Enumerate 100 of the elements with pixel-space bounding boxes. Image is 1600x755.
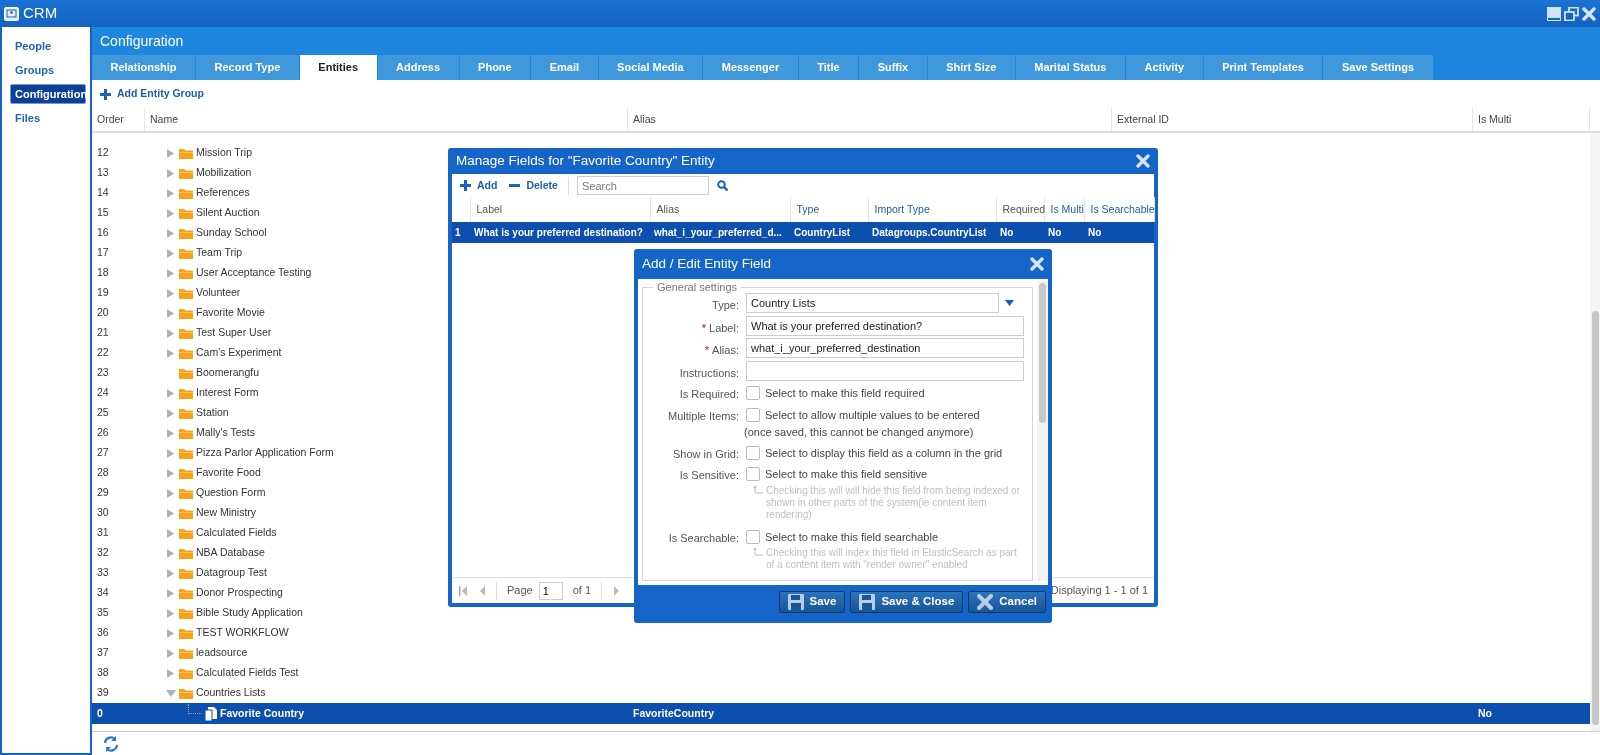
column-header[interactable]: Name [150, 111, 178, 128]
column-header[interactable]: Is Searchable [1090, 202, 1155, 215]
save-button[interactable]: Save [778, 591, 846, 613]
column-header[interactable]: Alias [633, 111, 656, 128]
entity-name[interactable]: Datagroup Test [196, 565, 268, 581]
checkbox[interactable] [746, 386, 760, 401]
sidebar-item[interactable]: Files [10, 108, 86, 128]
expand-triangle-icon[interactable] [166, 527, 176, 539]
checkbox[interactable] [746, 445, 760, 460]
entity-name[interactable]: Test Super User [196, 325, 272, 341]
text-field[interactable]: What is your preferred destination? [746, 315, 1024, 336]
expand-triangle-icon[interactable] [166, 227, 176, 239]
entity-name[interactable]: leadsource [196, 645, 248, 661]
entity-name[interactable]: Sunday School [196, 225, 267, 241]
entity-name[interactable]: References [196, 185, 250, 201]
expand-triangle-icon[interactable] [166, 307, 176, 319]
add-button[interactable]: Add [458, 177, 500, 194]
entity-name[interactable]: Question Form [196, 485, 266, 501]
scrollbar[interactable] [1037, 281, 1048, 581]
save-button[interactable]: Save & Close [850, 591, 964, 613]
sidebar-item[interactable]: Configuration [10, 84, 86, 104]
expand-triangle-icon[interactable] [166, 447, 176, 459]
expand-triangle-icon[interactable] [166, 627, 176, 639]
entity-name[interactable]: Favorite Country [220, 705, 304, 722]
text-field[interactable] [746, 360, 1024, 381]
field-row[interactable]: 1 What is your preferred destination? what_i_your_preferred_d... CountryList Datagroups.CountryList No No No [452, 222, 1154, 243]
entity-name[interactable]: Team Trip [196, 245, 243, 261]
entity-name[interactable]: Silent Auction [196, 205, 260, 221]
scrollbar-thumb[interactable] [1592, 311, 1599, 725]
expand-triangle-icon[interactable] [166, 647, 176, 659]
text-field[interactable]: what_i_your_preferred_destination [746, 338, 1024, 358]
checkbox[interactable] [746, 467, 760, 482]
column-header[interactable]: External ID [1117, 111, 1169, 128]
column-header[interactable]: Label [476, 202, 503, 215]
expand-triangle-icon[interactable] [166, 267, 176, 279]
entity-name[interactable]: Donor Prospecting [196, 585, 283, 601]
entity-name[interactable]: Calculated Fields [196, 525, 277, 541]
scrollbar[interactable] [1590, 133, 1600, 731]
cancel-button[interactable]: Cancel [968, 591, 1046, 613]
search-field[interactable]: Search [576, 176, 709, 195]
column-header[interactable]: Is Multi [1050, 202, 1084, 215]
column-header[interactable]: Type [796, 202, 820, 215]
expand-triangle-icon[interactable] [166, 607, 176, 619]
entity-name[interactable]: User Acceptance Testing [196, 265, 312, 281]
entity-name[interactable]: Boomerangfu [196, 365, 260, 381]
close-icon[interactable] [1582, 6, 1596, 21]
expand-triangle-icon[interactable] [166, 347, 176, 359]
entity-name[interactable]: Interest Form [196, 385, 259, 401]
close-icon[interactable] [1136, 154, 1150, 168]
entity-name[interactable]: Pizza Parlor Application Form [196, 445, 334, 461]
expand-triangle-icon[interactable] [166, 667, 176, 679]
sidebar-item[interactable]: Groups [10, 60, 86, 80]
sidebar-item[interactable]: People [10, 36, 86, 56]
entity-name[interactable]: Mally's Tests [196, 425, 255, 441]
column-header[interactable]: Required [1002, 202, 1046, 215]
expand-triangle-icon[interactable] [166, 487, 176, 499]
expand-triangle-icon[interactable] [166, 327, 176, 339]
expand-triangle-icon[interactable] [166, 387, 176, 399]
entity-name[interactable]: Favorite Food [196, 465, 261, 481]
checkbox[interactable] [746, 407, 760, 422]
first-page-icon[interactable] [458, 584, 468, 597]
column-header[interactable]: Import Type [874, 202, 930, 215]
previous-page-icon[interactable] [478, 584, 486, 597]
expand-triangle-icon[interactable] [166, 587, 176, 599]
expand-triangle-icon[interactable] [166, 567, 176, 579]
entity-name[interactable]: TEST WORKFLOW [196, 625, 289, 641]
search-icon[interactable] [716, 180, 728, 191]
column-header[interactable]: Alias [656, 202, 680, 215]
expand-triangle-icon[interactable] [166, 547, 176, 559]
expand-triangle-icon[interactable] [166, 287, 176, 299]
add-entity-group-button[interactable]: Add Entity Group [98, 86, 206, 102]
entity-name[interactable]: Calculated Fields Test [196, 665, 299, 681]
delete-button[interactable]: Delete [507, 177, 560, 194]
refresh-icon[interactable] [102, 734, 120, 753]
entity-name[interactable]: Mission Trip [196, 145, 252, 161]
column-header[interactable]: Is Multi [1478, 111, 1512, 128]
expand-triangle-icon[interactable] [166, 207, 176, 219]
entity-name[interactable]: Cam's Experiment [196, 345, 282, 361]
page-field[interactable]: 1 [538, 581, 563, 600]
entity-name[interactable]: NBA Database [196, 545, 265, 561]
tab[interactable]: Entities [299, 55, 377, 80]
minimize-icon[interactable] [1547, 6, 1561, 21]
close-icon[interactable] [1030, 257, 1044, 271]
expand-triangle-icon[interactable] [166, 507, 176, 519]
expand-triangle-icon[interactable] [166, 467, 176, 479]
expand-triangle-icon[interactable] [166, 187, 176, 199]
next-page-icon[interactable] [612, 584, 621, 597]
entity-name[interactable]: Countries Lists [196, 685, 266, 701]
expand-triangle-icon[interactable] [166, 147, 176, 159]
dropdown-arrow-icon[interactable] [1005, 299, 1014, 307]
restore-icon[interactable] [1564, 6, 1579, 21]
entity-name[interactable]: New Ministry [196, 505, 257, 521]
entity-name[interactable]: Volunteer [196, 285, 241, 301]
expand-triangle-icon[interactable] [166, 247, 176, 259]
type-dropdown[interactable]: Country Lists [746, 293, 999, 313]
scrollbar-thumb[interactable] [1039, 283, 1046, 423]
checkbox[interactable] [746, 529, 760, 544]
expand-triangle-icon[interactable] [166, 427, 176, 439]
expand-triangle-icon[interactable] [166, 407, 176, 419]
entity-name[interactable]: Station [196, 405, 229, 421]
